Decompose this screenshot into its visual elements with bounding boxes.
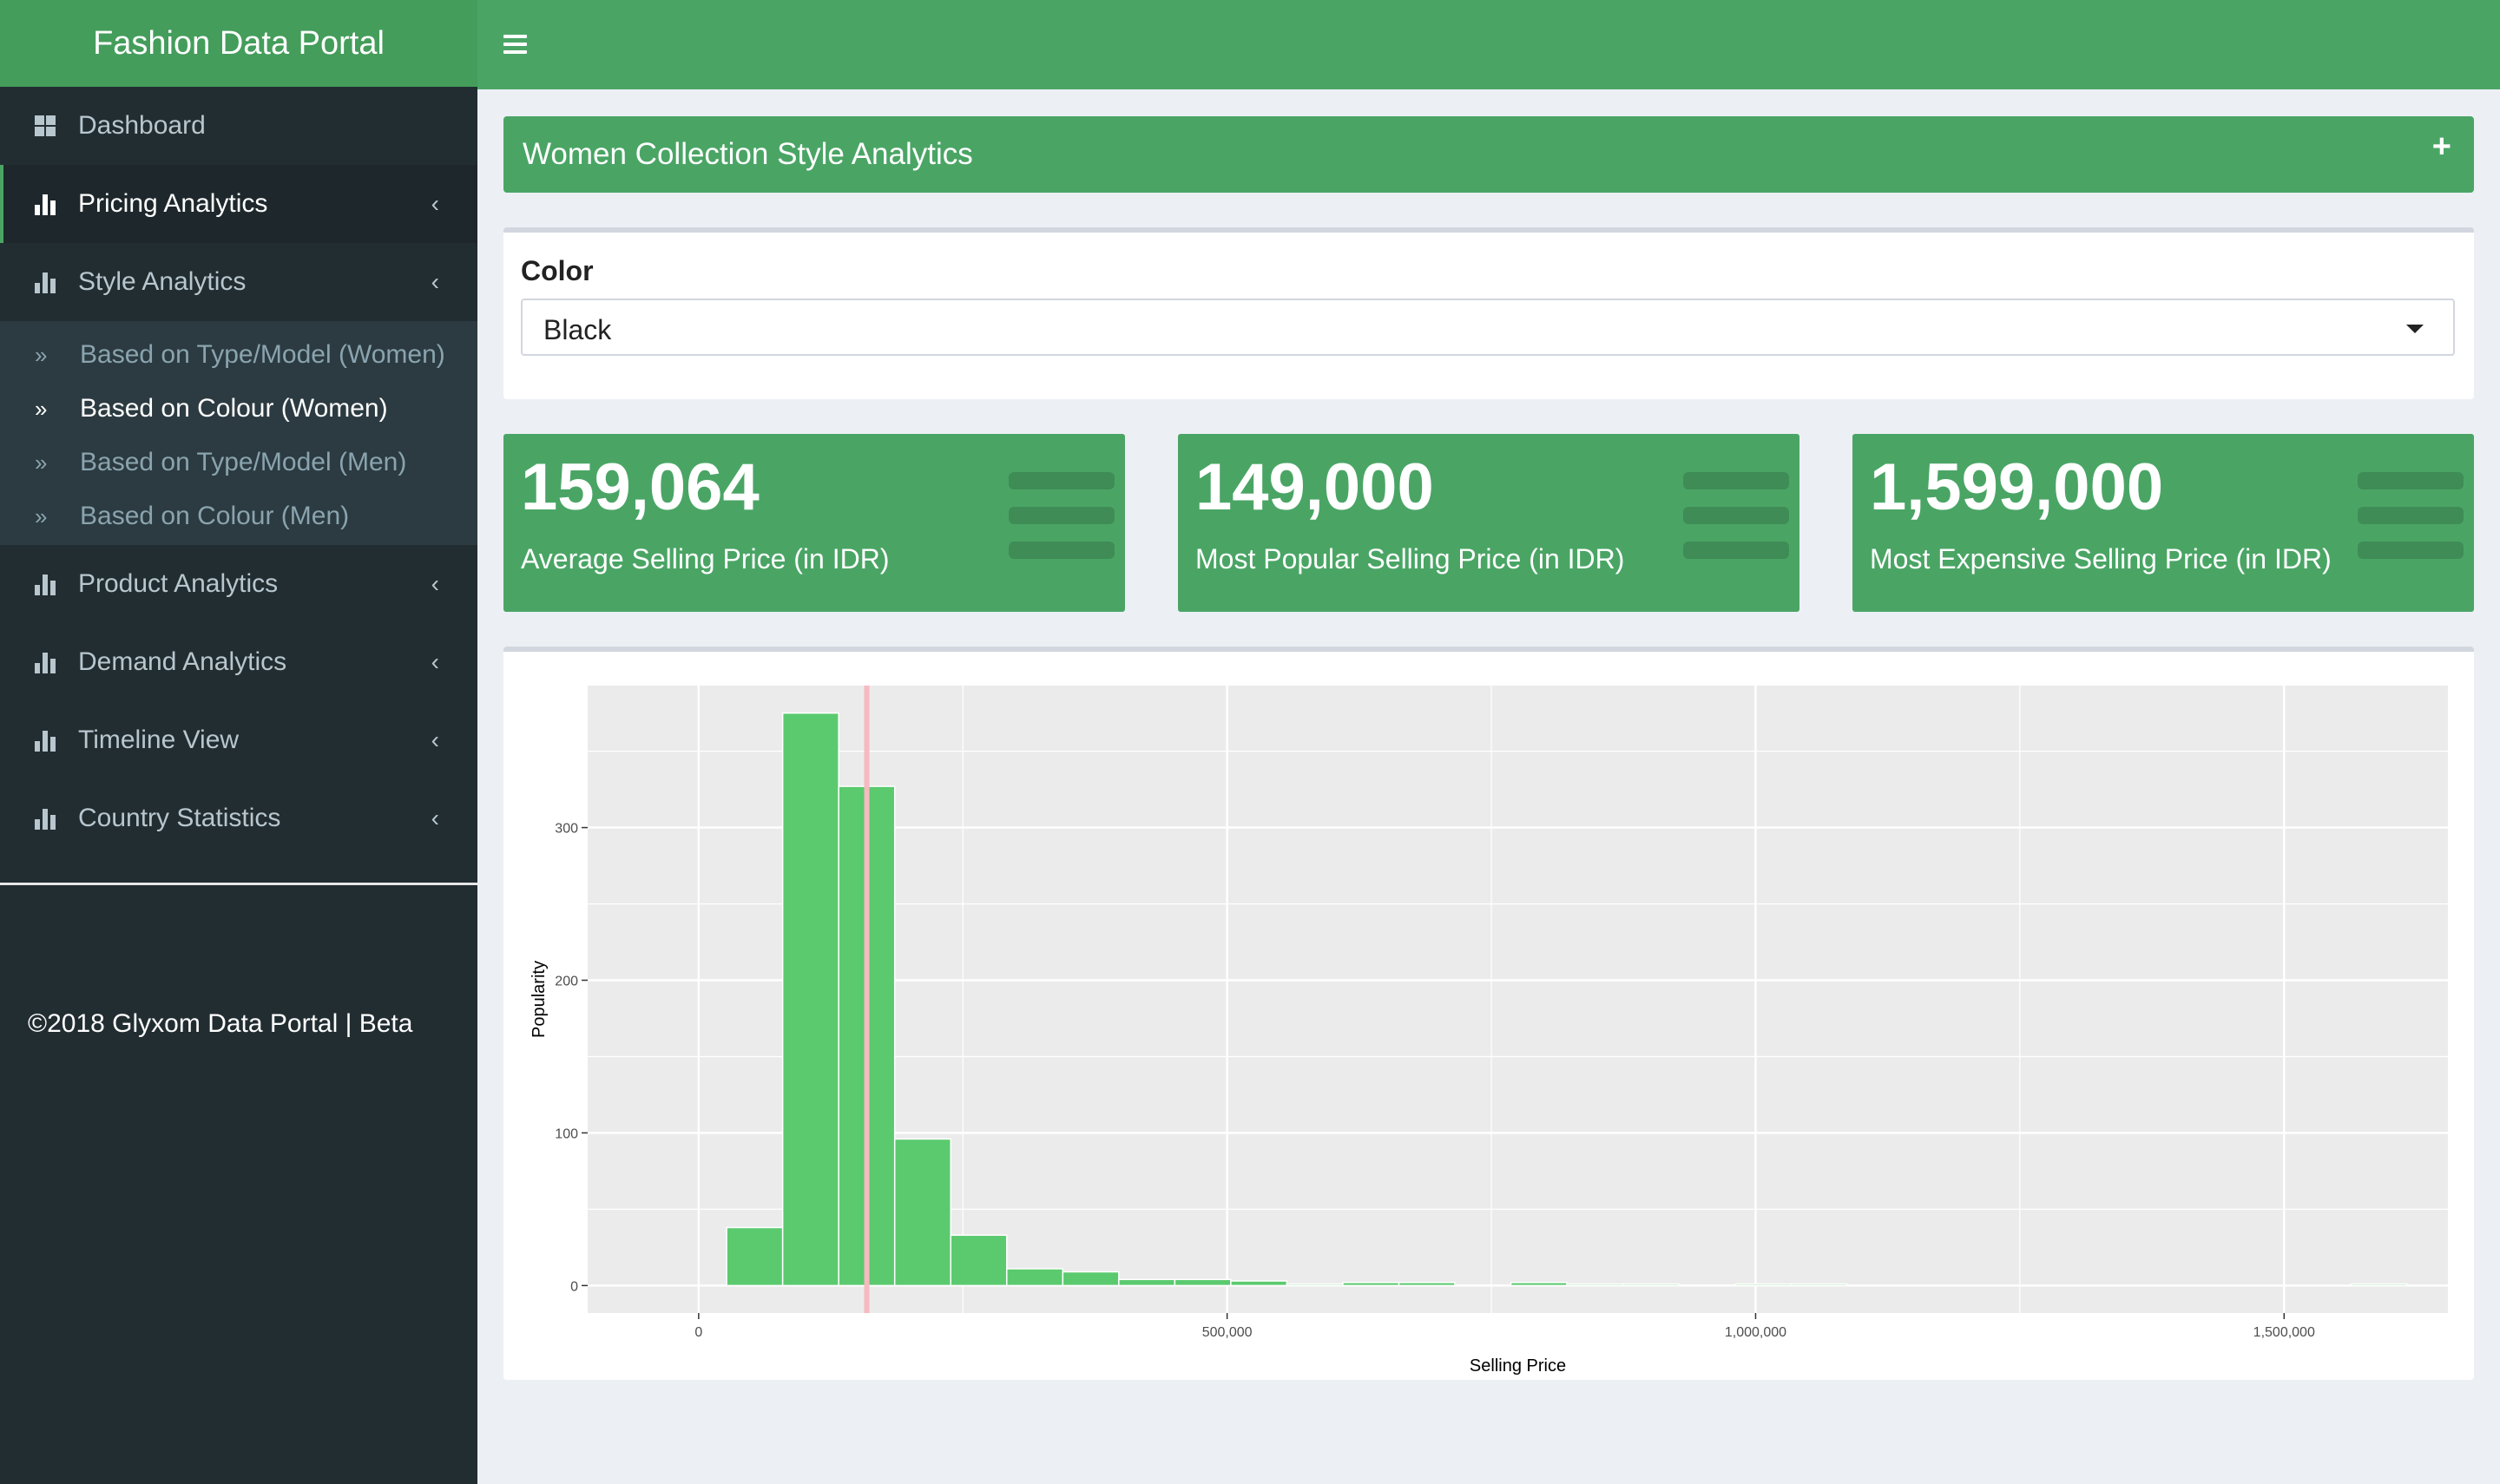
sidebar-toggle-icon[interactable] [503,35,527,54]
histogram-bar [1230,1280,1288,1287]
top-navbar [477,0,2500,89]
sidebar-item-demand-analytics[interactable]: Demand Analytics ‹ [0,623,477,701]
sidebar-item-label: Timeline View [78,726,240,754]
double-chevron-right-icon: » [35,395,48,422]
chevron-left-icon: ‹ [431,268,439,295]
color-select-value: Black [543,314,612,345]
x-tick-label: 1,500,000 [2253,1325,2315,1340]
value-box-value: 149,000 [1195,450,1434,524]
chevron-left-icon: ‹ [431,190,439,217]
value-box-value: 159,064 [521,450,760,524]
sidebar-item-timeline-view[interactable]: Timeline View ‹ [0,701,477,779]
copyright-text: ©2018 Glyxom Data Portal | Beta [28,1009,413,1038]
sidebar-item-pricing-analytics[interactable]: Pricing Analytics ‹ [0,165,477,243]
y-tick-label: 100 [555,1126,578,1141]
sidebar-divider [0,883,477,885]
sidebar-item-country-statistics[interactable]: Country Statistics ‹ [0,779,477,857]
histogram-bar [1790,1283,1848,1287]
list-icon [2358,472,2464,576]
sidebar-item-label: Product Analytics [78,569,279,598]
section-header: Women Collection Style Analytics + [503,116,2474,193]
histogram-bar [1118,1278,1176,1287]
histogram-bar [1566,1283,1624,1287]
double-chevron-right-icon: » [35,502,48,529]
bar-chart-icon [33,651,57,673]
sidebar-item-label: Demand Analytics [78,647,287,676]
y-tick-label: 0 [570,1279,578,1294]
histogram-chart-box: 0 500,000 1,000,000 1,500,000 0 100 200 300 Sel… [503,647,2474,1380]
histogram-bar [1734,1283,1793,1287]
y-tick-label: 200 [555,975,578,989]
chevron-left-icon: ‹ [431,726,439,753]
histogram-bar [1062,1271,1120,1287]
histogram-bar [1510,1282,1568,1287]
value-box-expensive-price: 1,599,000 Most Expensive Selling Price (… [1852,434,2474,612]
histogram-bar [893,1138,952,1287]
value-box-label: Most Expensive Selling Price (in IDR) [1870,543,2332,575]
submenu-item-label: Based on Type/Model (Men) [80,448,407,476]
submenu-item-colour-men[interactable]: » Based on Colour (Men) [0,489,477,543]
bar-chart-icon [33,729,57,752]
y-tick-label: 300 [555,822,578,837]
value-box-popular-price: 149,000 Most Popular Selling Price (in I… [1178,434,1799,612]
histogram-bar [950,1234,1008,1287]
expand-plus-icon[interactable]: + [2432,128,2451,166]
caret-down-icon [2406,325,2424,333]
submenu-item-type-model-men[interactable]: » Based on Type/Model (Men) [0,436,477,489]
value-box-value: 1,599,000 [1870,450,2164,524]
histogram-bar [1398,1282,1456,1287]
submenu-item-label: Based on Type/Model (Women) [80,340,445,369]
bar-chart-icon [33,193,57,215]
value-box-label: Average Selling Price (in IDR) [521,543,890,575]
histogram-bar [1454,1284,1512,1287]
submenu-item-label: Based on Colour (Men) [80,502,350,530]
histogram-bar [1174,1278,1232,1287]
style-analytics-submenu: » Based on Type/Model (Women) » Based on… [0,321,477,545]
sidebar: Dashboard Pricing Analytics ‹ Style Anal… [0,87,477,1484]
histogram-bar [1342,1282,1400,1287]
sidebar-item-label: Country Statistics [78,804,281,832]
submenu-item-label: Based on Colour (Women) [80,394,388,423]
histogram-bar [726,1226,784,1287]
histogram-bar [1622,1283,1680,1287]
app-title: Fashion Data Portal [93,24,385,62]
double-chevron-right-icon: » [35,449,48,476]
submenu-item-colour-women[interactable]: » Based on Colour (Women) [0,382,477,436]
bar-chart-icon [33,573,57,595]
list-icon [1009,472,1115,576]
sidebar-item-label: Dashboard [78,111,206,140]
bar-chart-icon [33,271,57,293]
double-chevron-right-icon: » [35,341,48,368]
histogram-bar [1678,1284,1736,1287]
x-tick-label: 1,000,000 [1725,1325,1786,1340]
histogram-bar [2350,1283,2408,1287]
dashboard-icon [33,115,57,137]
color-label: Color [521,255,594,286]
submenu-item-type-model-women[interactable]: » Based on Type/Model (Women) [0,328,477,382]
x-tick-label: 0 [694,1325,702,1340]
sidebar-item-dashboard[interactable]: Dashboard [0,87,477,165]
chevron-left-icon: ‹ [431,570,439,597]
histogram-bar [1286,1283,1344,1287]
sidebar-item-label: Pricing Analytics [78,189,268,218]
section-title: Women Collection Style Analytics [523,137,973,171]
value-box-average-price: 159,064 Average Selling Price (in IDR) [503,434,1125,612]
histogram-bar [1006,1268,1064,1287]
value-box-label: Most Popular Selling Price (in IDR) [1195,543,1625,575]
sidebar-item-style-analytics[interactable]: Style Analytics ‹ [0,243,477,321]
x-axis-label: Selling Price [1470,1356,1566,1376]
sidebar-item-product-analytics[interactable]: Product Analytics ‹ [0,545,477,623]
list-icon [1683,472,1789,576]
chevron-left-icon: ‹ [431,804,439,831]
histogram-bar [781,712,839,1287]
y-axis-label: Popularity [530,961,549,1038]
app-logo[interactable]: Fashion Data Portal [0,0,477,87]
sidebar-item-label: Style Analytics [78,267,247,296]
selling-price-histogram: 0 500,000 1,000,000 1,500,000 0 100 200 300 Sel… [530,686,2448,1376]
chevron-left-icon: ‹ [431,648,439,675]
color-select[interactable]: Black [521,299,2455,356]
bar-chart-icon [33,807,57,830]
color-filter-box: Color Black [503,227,2474,399]
x-tick-label: 500,000 [1202,1325,1253,1340]
